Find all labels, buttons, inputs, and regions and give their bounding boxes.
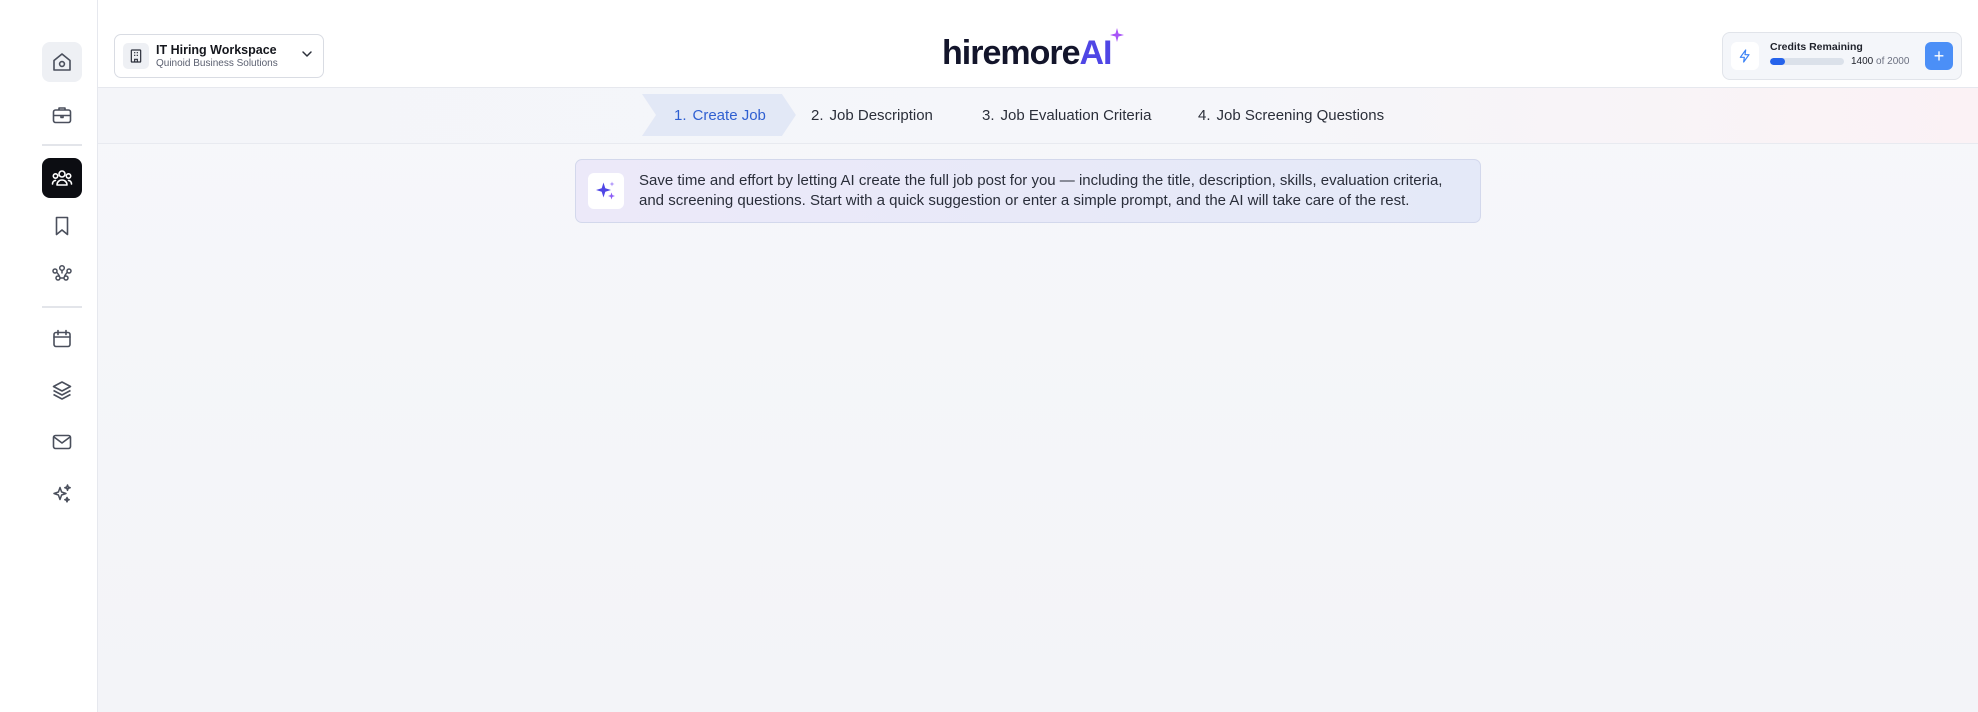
calendar-icon [53,329,71,348]
ai-sparkle-icon [588,173,624,209]
credits-progress-fill [1770,58,1785,65]
credits-of: of [1876,56,1885,67]
briefcase-icon [52,107,72,124]
sidebar-item-saved[interactable] [42,206,82,246]
sidebar-item-jobs[interactable] [42,95,82,135]
logo-text: hiremore [942,34,1080,72]
lightning-icon [1731,42,1759,70]
building-icon [123,43,149,69]
bookmark-icon [55,216,69,236]
step-number: 2. [811,106,824,124]
credits-progress-bar [1770,58,1844,65]
workspace-text: IT Hiring Workspace Quinoid Business Sol… [156,43,299,70]
credits-label: Credits Remaining [1770,41,1863,53]
step-number: 3. [982,106,995,124]
sidebar-item-stack[interactable] [42,370,82,410]
logo-ai-text: AI [1079,34,1113,72]
main-content: 1. Create Job 2. Job Description 3. Job … [98,88,1978,712]
step-number: 4. [1198,106,1211,124]
logo-sparkle-icon [1109,28,1124,42]
workspace-subtitle: Quinoid Business Solutions [156,57,278,69]
top-header: IT Hiring Workspace Quinoid Business Sol… [98,0,1978,88]
sidebar-item-calendar[interactable] [42,319,82,359]
sidebar-divider [42,306,82,308]
sidebar-item-ai[interactable] [42,474,82,514]
sidebar-item-candidates[interactable] [42,158,82,198]
home-icon [53,53,71,71]
sidebar-divider [42,144,82,146]
ai-info-banner: Save time and effort by letting AI creat… [575,159,1481,223]
step-create-job[interactable]: 1. Create Job [642,94,796,136]
step-job-description[interactable]: 2. Job Description [811,94,933,136]
step-number: 1. [674,106,687,124]
workspace-selector[interactable]: IT Hiring Workspace Quinoid Business Sol… [114,34,324,78]
sidebar [0,0,98,712]
credits-widget: Credits Remaining 1400 of 2000 + [1722,32,1962,80]
brand-logo: hiremoreAI [942,28,1124,73]
add-credits-button[interactable]: + [1925,42,1953,70]
chevron-down-icon [299,46,315,67]
sidebar-item-mail[interactable] [42,422,82,462]
layers-icon [52,381,72,400]
team-icon [52,264,72,281]
ai-sparkle-icon [53,484,71,503]
step-job-evaluation-criteria[interactable]: 3. Job Evaluation Criteria [982,94,1151,136]
credits-count: 1400 of 2000 [1851,56,1909,67]
step-label: Job Evaluation Criteria [1000,106,1152,124]
candidates-icon [51,170,73,186]
sidebar-item-home[interactable] [42,42,82,82]
credits-total: 2000 [1887,56,1910,67]
info-banner-text: Save time and effort by letting AI creat… [639,172,1443,209]
sidebar-item-team[interactable] [42,254,82,294]
job-stepper: 1. Create Job 2. Job Description 3. Job … [98,88,1978,144]
step-job-screening-questions[interactable]: 4. Job Screening Questions [1198,94,1384,136]
workspace-title: IT Hiring Workspace [156,42,277,57]
step-label: Job Description [829,106,933,124]
step-label: Create Job [692,106,766,124]
mail-icon [52,434,72,450]
step-label: Job Screening Questions [1216,106,1385,124]
credits-used: 1400 [1851,56,1874,67]
